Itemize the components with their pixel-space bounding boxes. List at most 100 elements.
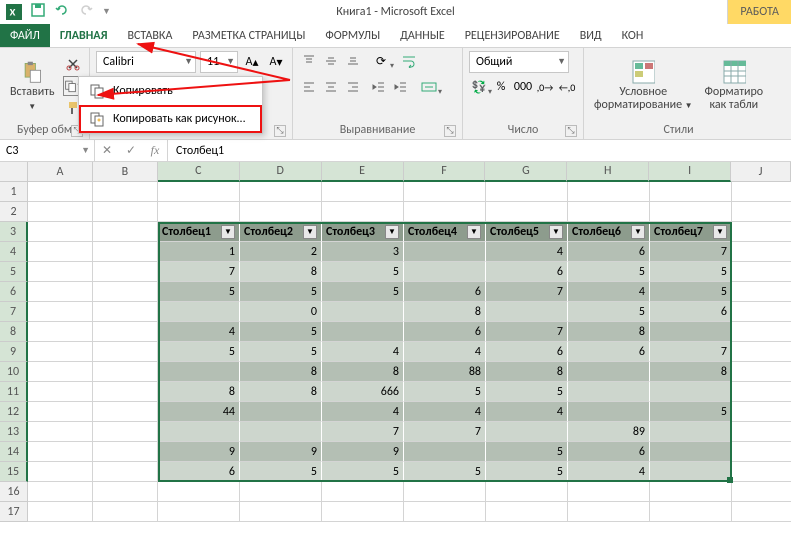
cell[interactable] [732, 302, 791, 322]
cell[interactable]: 8 [404, 302, 486, 322]
cell[interactable]: 5 [322, 262, 404, 282]
cell[interactable]: Столбец7▼ [650, 222, 732, 242]
increase-indent-icon[interactable] [391, 77, 411, 97]
cell[interactable]: 4 [486, 402, 568, 422]
align-bottom-icon[interactable] [343, 51, 363, 71]
paste-button[interactable]: Вставить▼ [6, 58, 59, 113]
row-header-10[interactable]: 10 [0, 362, 28, 382]
row-header-5[interactable]: 5 [0, 262, 28, 282]
cell[interactable]: 1 [158, 242, 240, 262]
cell[interactable] [93, 222, 158, 242]
cell[interactable] [28, 322, 93, 342]
cell[interactable] [28, 242, 93, 262]
cell[interactable] [650, 322, 732, 342]
cell[interactable]: 89 [568, 422, 650, 442]
cell[interactable] [650, 462, 732, 482]
cell[interactable]: Столбец2▼ [240, 222, 322, 242]
cell[interactable] [93, 342, 158, 362]
cell[interactable] [158, 302, 240, 322]
cell[interactable]: Столбец5▼ [486, 222, 568, 242]
cell[interactable] [732, 222, 791, 242]
filter-dropdown-icon[interactable]: ▼ [221, 225, 235, 239]
cell[interactable]: 8 [158, 382, 240, 402]
decrease-indent-icon[interactable] [369, 77, 389, 97]
cell[interactable]: 4 [568, 282, 650, 302]
cell[interactable] [93, 202, 158, 222]
col-header-E[interactable]: E [322, 162, 404, 182]
cell[interactable] [28, 402, 93, 422]
cell[interactable]: 8 [240, 362, 322, 382]
tab-разметка страницы[interactable]: РАЗМЕТКА СТРАНИЦЫ [182, 24, 315, 47]
cell[interactable] [568, 182, 650, 202]
cell[interactable] [28, 462, 93, 482]
cell[interactable] [158, 482, 240, 502]
merge-icon[interactable]: ▾ [419, 77, 439, 97]
cell[interactable]: 44 [158, 402, 240, 422]
cell[interactable]: 6 [158, 462, 240, 482]
cell[interactable] [28, 442, 93, 462]
cell[interactable] [404, 262, 486, 282]
tab-главная[interactable]: ГЛАВНАЯ [50, 24, 118, 47]
cell[interactable]: 8 [240, 382, 322, 402]
cell[interactable]: 0 [240, 302, 322, 322]
cell[interactable]: 7 [486, 282, 568, 302]
cell[interactable] [28, 302, 93, 322]
cell[interactable]: Столбец1▼ [158, 222, 240, 242]
cell[interactable] [28, 482, 93, 502]
fx-icon[interactable]: fx [143, 143, 167, 158]
cell[interactable] [404, 482, 486, 502]
redo-icon[interactable] [78, 2, 94, 22]
cell[interactable] [568, 402, 650, 422]
col-header-B[interactable]: B [93, 162, 158, 182]
filter-dropdown-icon[interactable]: ▼ [631, 225, 645, 239]
cell[interactable] [158, 362, 240, 382]
cell[interactable]: 7 [322, 422, 404, 442]
cell[interactable]: 5 [158, 342, 240, 362]
save-icon[interactable] [30, 2, 46, 22]
col-header-C[interactable]: C [158, 162, 240, 182]
cell[interactable]: 9 [322, 442, 404, 462]
cell[interactable] [404, 202, 486, 222]
cut-button[interactable] [63, 54, 83, 74]
cell[interactable]: 5 [322, 282, 404, 302]
cell[interactable] [732, 462, 791, 482]
cell[interactable] [93, 382, 158, 402]
cell[interactable] [28, 222, 93, 242]
cell[interactable] [158, 422, 240, 442]
formula-input[interactable]: Столбец1 [168, 140, 791, 161]
cell[interactable] [732, 242, 791, 262]
align-center-icon[interactable] [321, 77, 341, 97]
cell[interactable] [240, 202, 322, 222]
cell[interactable]: 5 [240, 282, 322, 302]
cell[interactable] [28, 202, 93, 222]
cell[interactable] [158, 202, 240, 222]
align-top-icon[interactable] [299, 51, 319, 71]
cell[interactable] [486, 422, 568, 442]
filter-dropdown-icon[interactable]: ▼ [467, 225, 481, 239]
cell[interactable] [650, 422, 732, 442]
col-header-H[interactable]: H [567, 162, 649, 182]
cell[interactable] [732, 322, 791, 342]
cell[interactable] [158, 182, 240, 202]
cell[interactable]: 8 [568, 322, 650, 342]
increase-font-icon[interactable]: A▴ [242, 52, 262, 72]
cell[interactable] [568, 502, 650, 522]
menu-item-copy[interactable]: Копировать [79, 77, 262, 105]
cell[interactable]: 5 [158, 282, 240, 302]
align-middle-icon[interactable] [321, 51, 341, 71]
alignment-dialog-icon[interactable]: ⤡ [444, 125, 456, 137]
cell[interactable]: 7 [486, 322, 568, 342]
cell[interactable]: 666 [322, 382, 404, 402]
cell[interactable]: 8 [322, 362, 404, 382]
cell[interactable]: 5 [404, 462, 486, 482]
cell[interactable] [322, 182, 404, 202]
cell[interactable]: 5 [486, 442, 568, 462]
tab-формулы[interactable]: ФОРМУЛЫ [315, 24, 390, 47]
cell[interactable] [28, 282, 93, 302]
cell[interactable] [28, 262, 93, 282]
cell[interactable] [240, 482, 322, 502]
number-format-select[interactable]: Общий▼ [469, 51, 569, 73]
tab-вставка[interactable]: ВСТАВКА [117, 24, 182, 47]
cell[interactable]: 6 [568, 342, 650, 362]
increase-decimal-icon[interactable]: ,0→ [535, 77, 555, 97]
